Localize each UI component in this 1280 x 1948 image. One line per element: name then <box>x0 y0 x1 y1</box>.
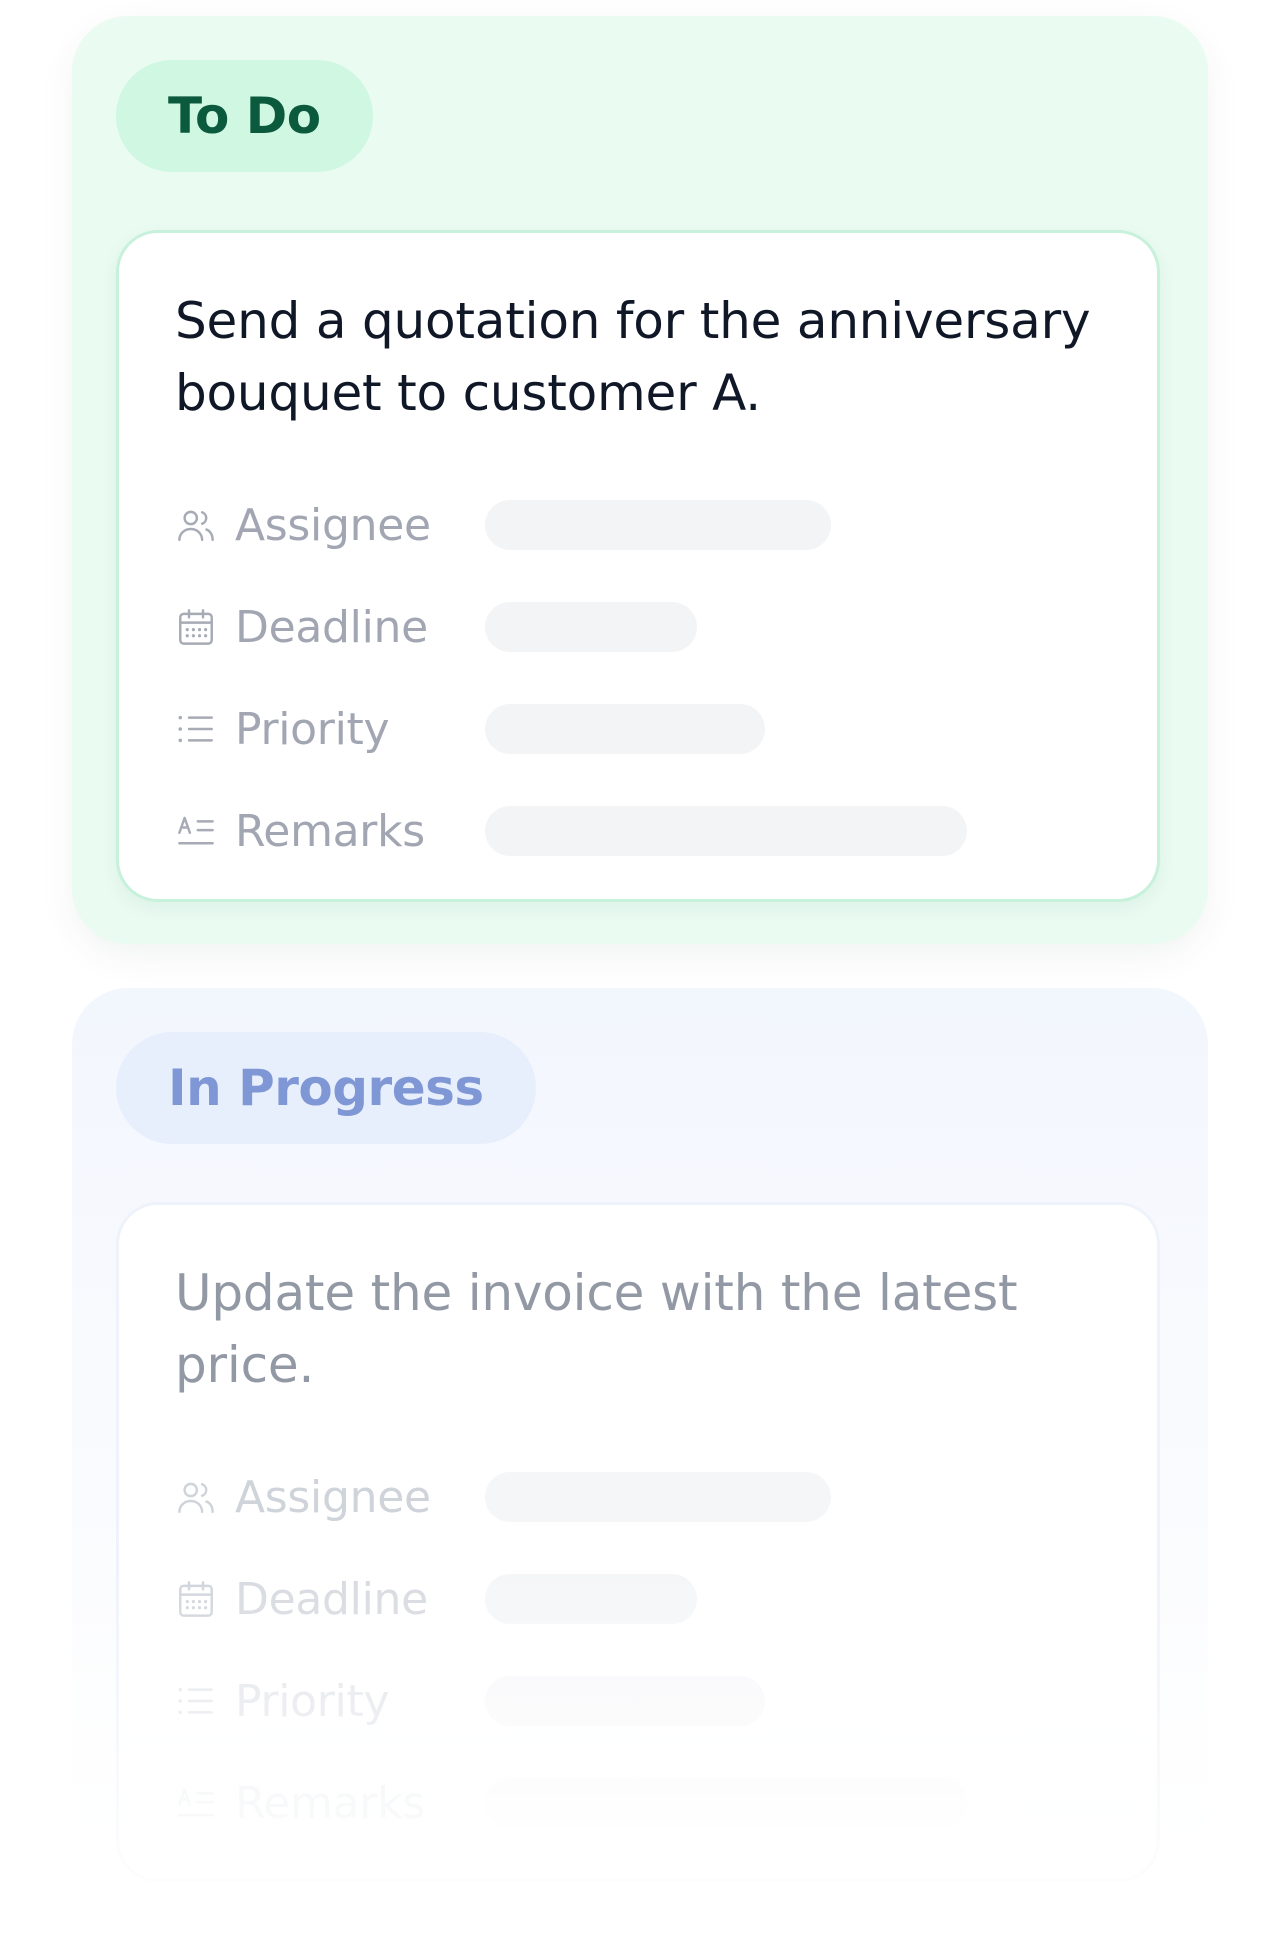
status-badge-in-progress[interactable]: In Progress <box>116 1032 536 1144</box>
users-icon <box>175 1476 217 1518</box>
field-label: Remarks <box>235 805 425 857</box>
assignee-value-placeholder[interactable] <box>485 500 831 550</box>
field-label: Priority <box>235 703 390 755</box>
column-in-progress: In Progress Update the invoice with the … <box>72 988 1208 1948</box>
field-assignee[interactable]: Assignee <box>175 499 1105 551</box>
field-label: Assignee <box>235 1471 431 1523</box>
list-icon <box>175 1680 217 1722</box>
field-deadline[interactable]: Deadline <box>175 601 1105 653</box>
field-label: Assignee <box>235 499 431 551</box>
task-title: Update the invoice with the latest price… <box>175 1264 1018 1394</box>
task-card[interactable]: Update the invoice with the latest price… <box>116 1202 1160 1882</box>
column-todo: To Do Send a quotation for the anniversa… <box>72 16 1208 944</box>
remarks-value-placeholder[interactable] <box>485 1778 967 1828</box>
text-format-icon <box>175 1782 217 1824</box>
deadline-value-placeholder[interactable] <box>485 1574 697 1624</box>
field-remarks[interactable]: Remarks <box>175 1777 1105 1829</box>
remarks-value-placeholder[interactable] <box>485 806 967 856</box>
field-priority[interactable]: Priority <box>175 703 1105 755</box>
field-label: Priority <box>235 1675 390 1727</box>
priority-value-placeholder[interactable] <box>485 704 765 754</box>
priority-value-placeholder[interactable] <box>485 1676 765 1726</box>
task-card[interactable]: Send a quotation for the anniversary bou… <box>116 230 1160 902</box>
status-badge-todo[interactable]: To Do <box>116 60 373 172</box>
calendar-icon <box>175 606 217 648</box>
task-title: Send a quotation for the anniversary bou… <box>175 292 1091 422</box>
field-label: Deadline <box>235 601 428 653</box>
field-priority[interactable]: Priority <box>175 1675 1105 1727</box>
field-assignee[interactable]: Assignee <box>175 1471 1105 1523</box>
field-deadline[interactable]: Deadline <box>175 1573 1105 1625</box>
field-remarks[interactable]: Remarks <box>175 805 1105 857</box>
field-label: Remarks <box>235 1777 425 1829</box>
text-format-icon <box>175 810 217 852</box>
assignee-value-placeholder[interactable] <box>485 1472 831 1522</box>
users-icon <box>175 504 217 546</box>
deadline-value-placeholder[interactable] <box>485 602 697 652</box>
list-icon <box>175 708 217 750</box>
field-label: Deadline <box>235 1573 428 1625</box>
calendar-icon <box>175 1578 217 1620</box>
